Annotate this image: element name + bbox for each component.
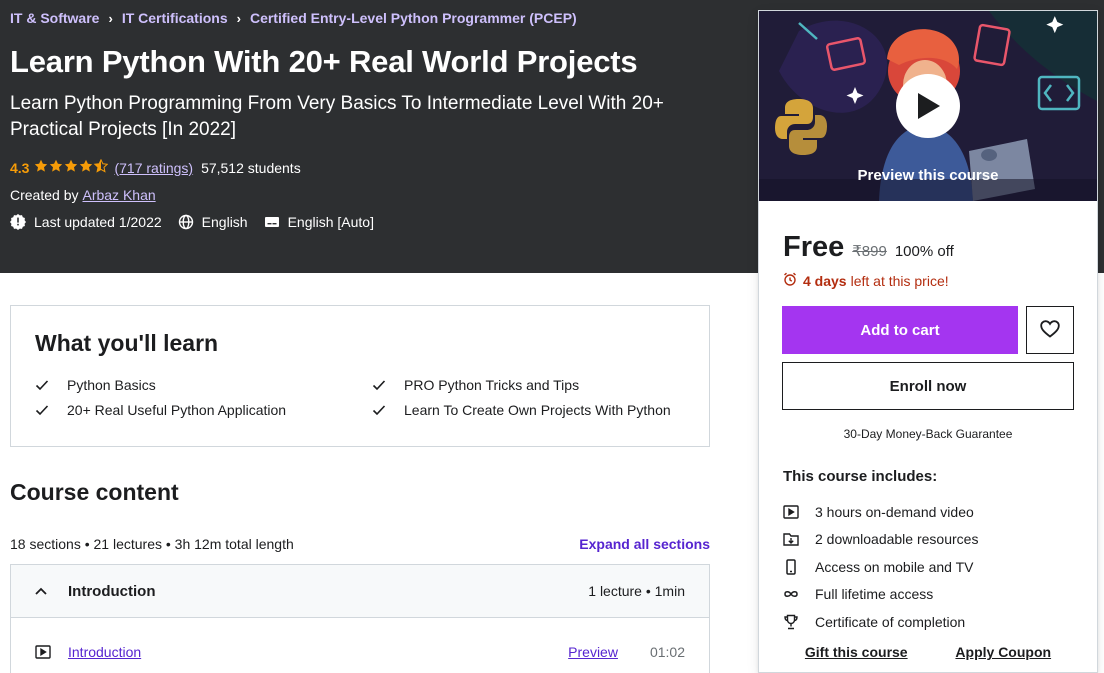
section-title: Introduction xyxy=(68,582,156,600)
include-label: Full lifetime access xyxy=(815,586,934,603)
timer-days: 4 days xyxy=(803,272,847,289)
money-back-guarantee: 30-Day Money-Back Guarantee xyxy=(843,427,1013,441)
download-icon xyxy=(783,531,799,547)
globe-icon xyxy=(178,214,194,230)
include-label: Access on mobile and TV xyxy=(815,558,974,575)
include-label: 2 downloadable resources xyxy=(815,531,979,548)
discount-percent: 100% off xyxy=(894,243,954,260)
preview-label: Preview this course xyxy=(857,167,999,184)
course-meta: Last updated 1/2022 English English [Aut… xyxy=(10,214,390,230)
section-header-introduction[interactable]: Introduction 1 lecture • 1min xyxy=(10,564,710,618)
rating-score: 4.3 xyxy=(10,159,30,176)
course-preview[interactable]: Preview this course xyxy=(759,11,1097,201)
check-icon xyxy=(35,379,51,391)
learn-item: PRO Python Tricks and Tips xyxy=(372,377,702,393)
play-icon[interactable] xyxy=(896,74,960,138)
apply-coupon-link[interactable]: Apply Coupon xyxy=(955,644,1051,660)
last-updated-text: Last updated 1/2022 xyxy=(34,214,162,230)
discount-timer: 4 days left at this price! xyxy=(783,272,949,289)
breadcrumb-item-it-software[interactable]: IT & Software xyxy=(10,10,99,26)
learn-item-text: 20+ Real Useful Python Application xyxy=(67,402,287,418)
captions-text: English [Auto] xyxy=(287,214,374,230)
learn-grid: Python Basics PRO Python Tricks and Tips… xyxy=(35,377,685,418)
lecture-duration: 01:02 xyxy=(649,644,685,660)
breadcrumb: IT & Software › IT Certifications › Cert… xyxy=(10,10,577,26)
add-to-cart-button[interactable]: Add to cart xyxy=(782,306,1018,354)
learn-item: Learn To Create Own Projects With Python xyxy=(372,402,702,418)
course-content-stats: 18 sections • 21 lectures • 3h 12m total… xyxy=(10,536,294,552)
lecture-title-link[interactable]: Introduction xyxy=(68,644,568,660)
price-row: Free ₹899 100% off xyxy=(783,231,954,264)
include-item-lifetime: Full lifetime access xyxy=(783,581,978,609)
wishlist-button[interactable] xyxy=(1026,306,1074,354)
star-rating-icon xyxy=(34,158,109,176)
breadcrumb-item-pcep[interactable]: Certified Entry-Level Python Programmer … xyxy=(250,10,577,26)
lecture-item: Introduction Preview 01:02 xyxy=(35,644,685,660)
author-link[interactable]: Arbaz Khan xyxy=(82,187,155,203)
trophy-icon xyxy=(783,614,799,630)
infinity-icon xyxy=(783,586,799,602)
learn-item: Python Basics xyxy=(35,377,372,393)
ratings-count-link[interactable]: (717 ratings) xyxy=(114,160,193,176)
rating-row: 4.3 (717 ratings) 57,512 students xyxy=(10,158,301,176)
include-item-video: 3 hours on-demand video xyxy=(783,498,978,526)
include-label: 3 hours on-demand video xyxy=(815,503,974,520)
video-icon xyxy=(783,504,799,520)
students-count: 57,512 students xyxy=(201,159,301,176)
chevron-right-icon: › xyxy=(236,10,241,26)
mobile-icon xyxy=(783,559,799,575)
chevron-up-icon xyxy=(35,587,51,595)
enroll-now-button[interactable]: Enroll now xyxy=(782,362,1074,410)
include-item-downloads: 2 downloadable resources xyxy=(783,526,978,554)
what-youll-learn: What you'll learn Python Basics PRO Pyth… xyxy=(10,305,710,447)
check-icon xyxy=(372,404,388,416)
language: English xyxy=(178,214,248,230)
learn-item-text: Learn To Create Own Projects With Python xyxy=(404,402,671,418)
created-by-label: Created by xyxy=(10,187,79,203)
heart-icon xyxy=(1040,319,1060,341)
gift-course-link[interactable]: Gift this course xyxy=(805,644,908,660)
last-updated: Last updated 1/2022 xyxy=(10,214,162,230)
purchase-card: Preview this course Free ₹899 100% off 4… xyxy=(758,10,1098,673)
course-title: Learn Python With 20+ Real World Project… xyxy=(10,44,638,79)
include-item-mobile: Access on mobile and TV xyxy=(783,553,978,581)
original-price: ₹899 xyxy=(852,243,887,260)
includes-list: 3 hours on-demand video 2 downloadable r… xyxy=(783,498,978,636)
learn-item-text: Python Basics xyxy=(67,377,156,393)
captions: English [Auto] xyxy=(264,214,374,230)
expand-all-sections-button[interactable]: Expand all sections xyxy=(579,536,710,552)
breadcrumb-item-it-certifications[interactable]: IT Certifications xyxy=(122,10,228,26)
include-item-certificate: Certificate of completion xyxy=(783,608,978,636)
check-icon xyxy=(372,379,388,391)
timer-text: left at this price! xyxy=(850,272,949,289)
card-links: Gift this course Apply Coupon xyxy=(759,644,1097,660)
alert-badge-icon xyxy=(10,214,26,230)
alarm-clock-icon xyxy=(783,272,797,289)
language-text: English xyxy=(201,214,248,230)
learn-item: 20+ Real Useful Python Application xyxy=(35,402,372,418)
section-meta: 1 lecture • 1min xyxy=(588,583,685,599)
course-subtitle: Learn Python Programming From Very Basic… xyxy=(10,93,664,140)
includes-title: This course includes: xyxy=(783,468,938,485)
created-by: Created by Arbaz Khan xyxy=(10,187,156,203)
check-icon xyxy=(35,404,51,416)
video-icon xyxy=(35,645,51,659)
chevron-right-icon: › xyxy=(108,10,113,26)
course-content-title: Course content xyxy=(10,479,179,505)
learn-title: What you'll learn xyxy=(35,330,219,356)
learn-item-text: PRO Python Tricks and Tips xyxy=(404,377,580,393)
lecture-preview-link[interactable]: Preview xyxy=(568,644,618,660)
include-label: Certificate of completion xyxy=(815,613,966,630)
current-price: Free xyxy=(783,231,845,263)
lecture-row: Introduction Preview 01:02 xyxy=(10,617,710,673)
closed-captions-icon xyxy=(264,214,280,230)
